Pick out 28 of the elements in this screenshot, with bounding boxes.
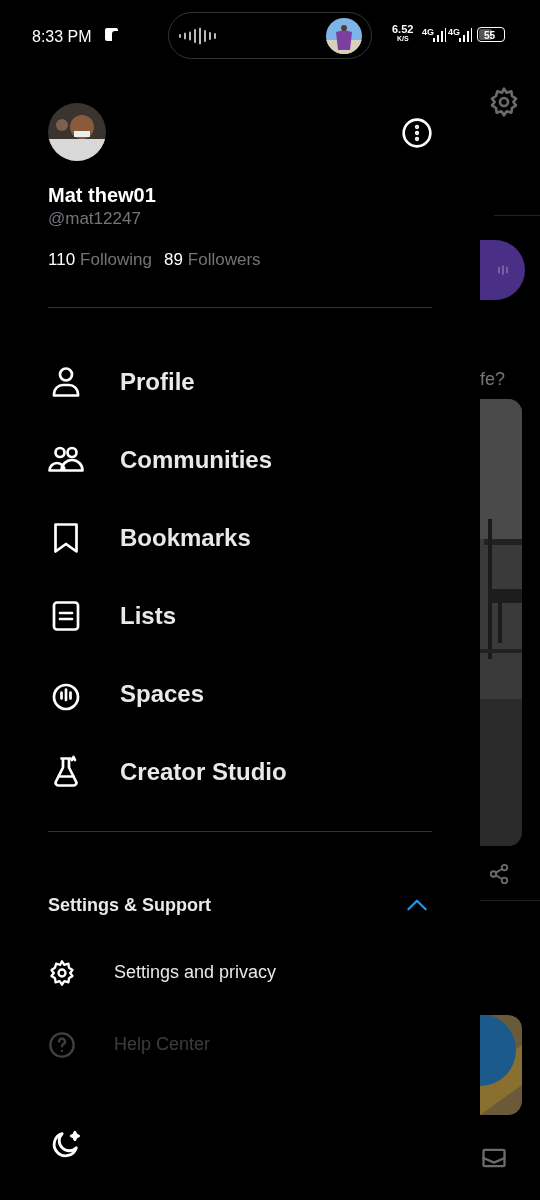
post-text: fe? [480,368,506,391]
menu-item[interactable]: Creator Studio [48,749,432,794]
help-icon [48,1030,76,1059]
media-pill[interactable] [168,12,372,59]
menu-item[interactable]: Bookmarks [48,515,432,560]
menu-item[interactable]: Spaces [48,671,432,716]
menu-item[interactable]: Lists [48,593,432,638]
network-type: 4G [422,26,434,39]
share-icon [488,863,510,885]
menu-item[interactable]: Profile [48,359,432,404]
settings-icon [488,86,520,118]
followers-link[interactable]: 89 Followers [163,247,261,273]
settings-support-toggle[interactable]: Settings & Support [48,891,432,919]
avatar[interactable] [48,103,106,161]
settings-menu-item[interactable]: Settings and privacy [48,958,432,987]
profile-handle: @mat12247 [48,208,141,230]
profile-name[interactable]: Mat thew01 [48,182,156,208]
menu-item[interactable]: Communities [48,437,432,482]
network-type: 4G [448,26,460,39]
following-link[interactable]: 110 Following [48,247,152,273]
signal-icon [432,28,446,42]
status-time: 8:33 PM [32,27,92,47]
battery-level: 55 [484,29,496,43]
settings-icon [48,958,76,987]
signal-icon [458,28,472,42]
more-options-icon [401,117,433,149]
battery-icon [477,27,505,42]
network-speed: 6.52 [392,24,414,35]
